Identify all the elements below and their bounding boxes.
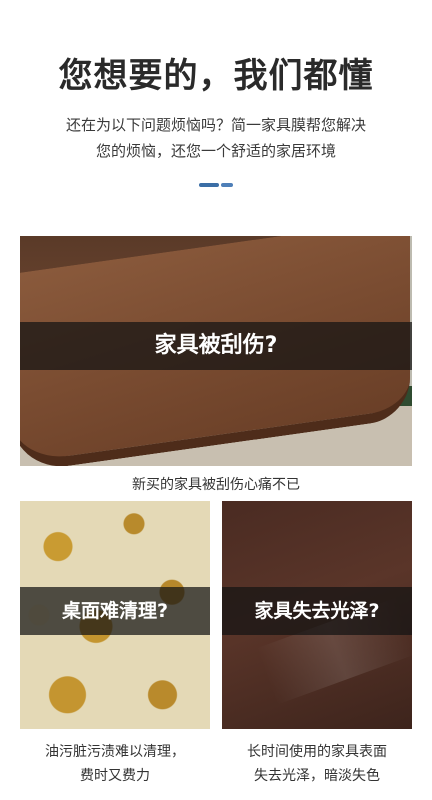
dull-caption-line-1: 长时间使用的家具表面 bbox=[247, 744, 387, 760]
dull-surface-photo: 家具失去光泽? bbox=[222, 501, 412, 729]
subtitle-line-1: 还在为以下问题烦恼吗？简一家具膜帮您解决 bbox=[65, 116, 366, 134]
stained-surface-photo: 桌面难清理? bbox=[20, 501, 210, 729]
subtitle-line-2: 您的烦恼，还您一个舒适的家居环境 bbox=[95, 142, 336, 160]
scratched-table-photo: 家具被刮伤? bbox=[20, 236, 412, 466]
dull-overlay-label: 家具失去光泽? bbox=[222, 587, 412, 635]
dull-caption-line-2: 失去光泽，暗淡失色 bbox=[254, 768, 380, 784]
title-divider bbox=[199, 183, 233, 187]
scratch-caption: 新买的家具被刮伤心痛不已 bbox=[132, 477, 300, 493]
scratch-overlay-label: 家具被刮伤? bbox=[20, 322, 412, 370]
stain-overlay-label: 桌面难清理? bbox=[20, 587, 210, 635]
page-title: 您想要的，我们都懂 bbox=[58, 56, 374, 96]
stain-caption-line-2: 费时又费力 bbox=[80, 768, 150, 784]
stain-caption-line-1: 油污脏污渍难以清理， bbox=[45, 744, 185, 760]
